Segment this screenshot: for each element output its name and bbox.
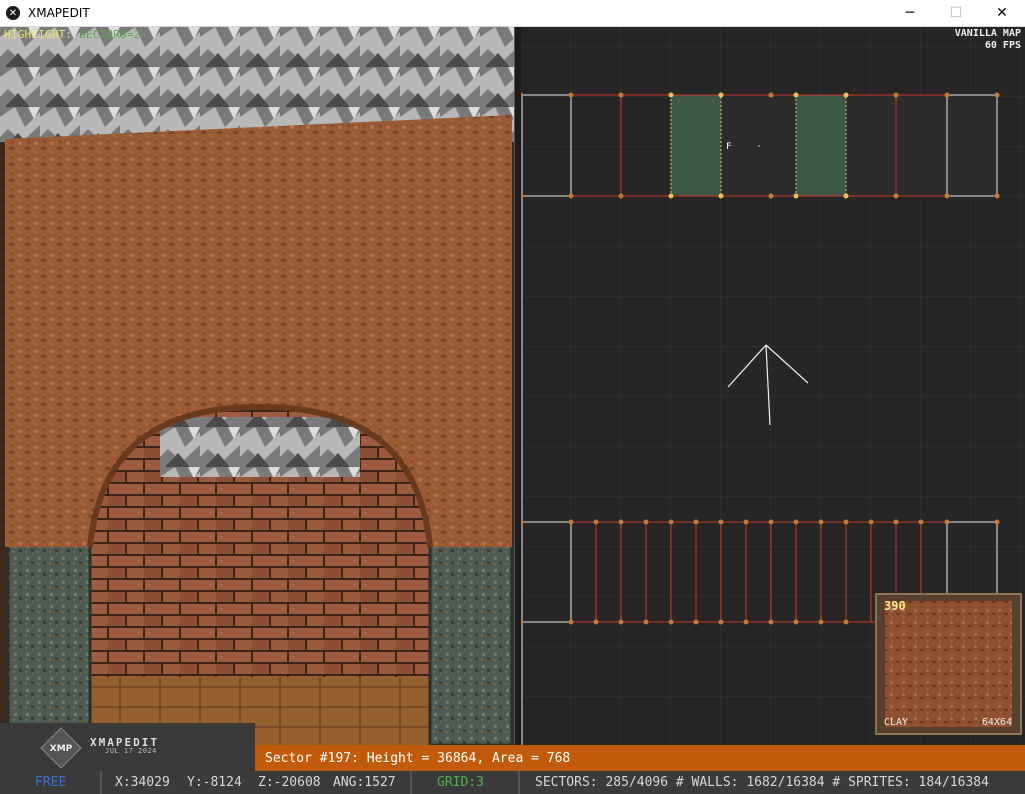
sector-info-text: Sector #197: Height = 36864, Area = 768 — [265, 750, 571, 766]
texture-size: 64X64 — [981, 717, 1012, 728]
highlight-label: HIGHLIGHT: — [4, 28, 73, 41]
highlight-readout: HIGHLIGHT: SECTORS=2 — [4, 28, 140, 41]
close-button[interactable]: ✕ — [979, 0, 1025, 26]
3d-scene — [0, 27, 514, 745]
mode-indicator: FREE — [35, 775, 67, 790]
status-divider — [100, 771, 102, 794]
maximize-icon: ☐ — [949, 5, 963, 21]
status-bar: FREE X:34029 Y:-8124 Z:-20608 ANG:1527 G… — [0, 771, 1025, 794]
texture-number: 390 — [884, 599, 906, 613]
status-divider — [518, 771, 520, 794]
texture-name: CLAY — [884, 717, 909, 728]
angle-readout: ANG:1527 — [333, 775, 396, 790]
map-info: VANILLA MAP 60 FPS — [955, 28, 1021, 52]
texture-preview[interactable]: 390 CLAY 64X64 — [875, 593, 1022, 735]
logo-panel: XMP XMAPEDIT JUL 17 2024 — [0, 723, 255, 771]
object-counts: SECTORS: 285/4096 # WALLS: 1682/16384 # … — [535, 775, 989, 790]
fps-counter: 60 FPS — [984, 40, 1021, 51]
coord-x: X:34029 — [115, 775, 170, 790]
3d-viewport[interactable]: HIGHLIGHT: SECTORS=2 — [0, 27, 514, 745]
xmp-logo-icon: XMP — [40, 727, 82, 769]
close-icon: ✕ — [996, 5, 1008, 21]
coord-y: Y:-8124 — [187, 775, 242, 790]
map-label: VANILLA MAP — [954, 28, 1021, 39]
minimize-icon: ─ — [905, 5, 915, 21]
grid-size: GRID:3 — [437, 775, 484, 790]
logo-badge: XMP — [50, 744, 73, 754]
sector-info-bar: Sector #197: Height = 36864, Area = 768 — [255, 745, 1025, 771]
title-bar: ✕ XMAPEDIT ─ ☐ ✕ — [0, 0, 1025, 27]
coord-z: Z:-20608 — [258, 775, 321, 790]
maximize-button[interactable]: ☐ — [933, 0, 979, 26]
minimize-button[interactable]: ─ — [887, 0, 933, 26]
app-icon: ✕ — [6, 6, 20, 20]
build-date: JUL 17 2024 — [105, 747, 157, 755]
sprite-marker: F — [726, 142, 731, 152]
window-title: XMAPEDIT — [28, 6, 90, 20]
highlight-value: SECTORS=2 — [79, 28, 141, 41]
status-divider — [410, 771, 412, 794]
texture-swatch — [885, 601, 1012, 727]
